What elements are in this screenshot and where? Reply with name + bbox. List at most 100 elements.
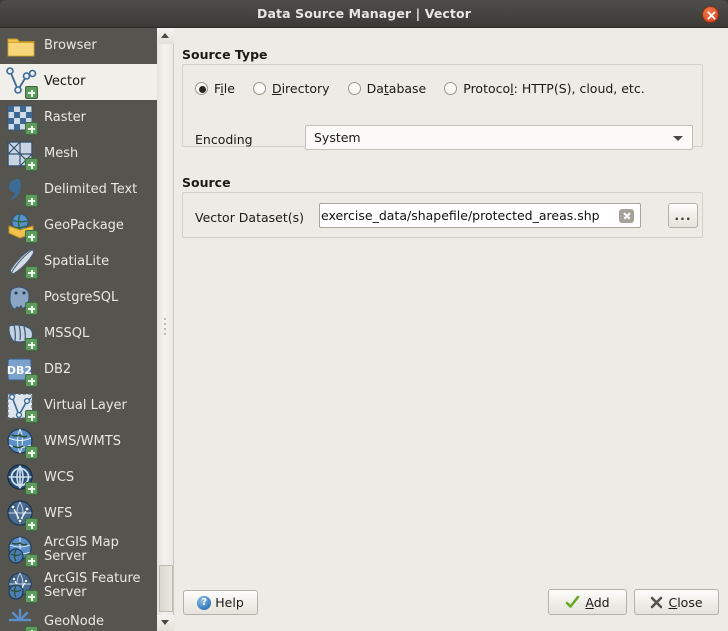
add-badge-icon — [25, 266, 38, 279]
add-badge-icon — [25, 302, 38, 315]
sidebar-item-delimited-text[interactable]: Delimited Text — [0, 172, 157, 208]
vector-dataset-label: Vector Dataset(s) — [195, 210, 304, 225]
close-button[interactable]: Close — [634, 589, 719, 615]
add-button[interactable]: Add — [548, 589, 627, 615]
wms-wmts-icon — [5, 426, 37, 458]
sidebar-item-db2[interactable]: DB2 DB2 — [0, 352, 157, 388]
source-type-group-title: Source Type — [182, 47, 268, 62]
sidebar-item-vector[interactable]: Vector — [0, 64, 157, 100]
sidebar-item-raster[interactable]: Raster — [0, 100, 157, 136]
sidebar-item-label: ArcGIS Feature Server — [44, 572, 157, 600]
encoding-value: System — [314, 130, 361, 145]
sidebar-item-label: Browser — [44, 39, 101, 53]
source-group-title: Source — [182, 175, 231, 190]
close-label: Close — [668, 595, 702, 610]
add-badge-icon — [25, 374, 38, 387]
vector-dataset-value: exercise_data/shapefile/protected_areas.… — [320, 208, 600, 223]
help-button[interactable]: ? Help — [183, 590, 258, 615]
chevron-down-icon — [673, 136, 683, 141]
sidebar-item-label: GeoNode — [44, 615, 108, 629]
vector-icon — [5, 66, 37, 98]
spatialite-icon — [5, 246, 37, 278]
sidebar-item-browser[interactable]: Browser — [0, 28, 157, 64]
chevron-up-icon — [161, 33, 169, 38]
window-titlebar: Data Source Manager | Vector — [0, 0, 728, 28]
sidebar-item-postgresql[interactable]: PostgreSQL — [0, 280, 157, 316]
sidebar-item-label: WMS/WMTS — [44, 435, 125, 449]
encoding-combobox[interactable]: System — [305, 125, 693, 150]
close-icon — [706, 10, 717, 21]
check-icon — [565, 595, 580, 610]
vector-dataset-input[interactable]: exercise_data/shapefile/protected_areas.… — [319, 203, 641, 228]
sidebar-item-label: MSSQL — [44, 327, 93, 341]
scrollbar-thumb[interactable] — [159, 565, 173, 612]
sidebar-item-geonode[interactable]: GeoNode — [0, 604, 157, 631]
main-panel: Source Type File Directory Database Prot… — [175, 28, 728, 631]
radio-file[interactable] — [195, 82, 208, 95]
encoding-label: Encoding — [195, 132, 253, 147]
sidebar-item-geopackage[interactable]: GeoPackage — [0, 208, 157, 244]
sidebar-item-label: GeoPackage — [44, 219, 128, 233]
sidebar-item-label: Raster — [44, 111, 90, 125]
radio-database[interactable] — [348, 82, 361, 95]
sidebar-item-wfs[interactable]: WFS — [0, 496, 157, 532]
arcgis-map-server-icon — [5, 534, 37, 566]
mesh-icon — [5, 138, 37, 170]
add-badge-icon — [25, 194, 38, 207]
sidebar-item-wms-wmts[interactable]: WMS/WMTS — [0, 424, 157, 460]
source-type-radio-group[interactable]: File Directory Database Protocol: HTTP(S… — [195, 81, 663, 96]
folder-icon — [5, 30, 37, 62]
radio-file-label: File — [214, 81, 235, 96]
add-badge-icon — [25, 518, 38, 531]
add-badge-icon — [25, 590, 38, 603]
sidebar-item-label: Delimited Text — [44, 183, 141, 197]
scroll-down-button[interactable] — [157, 615, 174, 631]
sidebar-scrollbar[interactable] — [157, 28, 174, 631]
help-icon: ? — [197, 596, 211, 610]
radio-protocol[interactable] — [444, 82, 457, 95]
sidebar-item-label: Mesh — [44, 147, 82, 161]
sidebar-item-label: SpatiaLite — [44, 255, 113, 269]
sidebar-item-label: WCS — [44, 471, 78, 485]
sidebar-item-wcs[interactable]: WCS — [0, 460, 157, 496]
radio-directory[interactable] — [253, 82, 266, 95]
add-badge-icon — [25, 158, 38, 171]
sidebar-item-arcgis-map-server[interactable]: ArcGIS Map Server — [0, 532, 157, 568]
virtual-layer-icon — [5, 390, 37, 422]
chevron-down-icon — [161, 620, 169, 625]
sidebar-item-label: DB2 — [44, 363, 75, 377]
sidebar-item-label: ArcGIS Map Server — [44, 536, 157, 564]
sidebar-item-mesh[interactable]: Mesh — [0, 136, 157, 172]
add-badge-icon — [25, 338, 38, 351]
add-badge-icon — [25, 410, 38, 423]
arcgis-feature-server-icon — [5, 570, 37, 602]
add-badge-icon — [25, 122, 38, 135]
delimited-text-icon — [5, 174, 37, 206]
scroll-up-button[interactable] — [157, 28, 174, 44]
sidebar-item-mssql[interactable]: MSSQL — [0, 316, 157, 352]
sidebar-item-arcgis-feature-server[interactable]: ArcGIS Feature Server — [0, 568, 157, 604]
wcs-icon — [5, 462, 37, 494]
add-badge-icon — [25, 626, 38, 631]
mssql-icon — [5, 318, 37, 350]
source-type-sidebar[interactable]: Browser Vector — [0, 28, 157, 631]
radio-directory-label: Directory — [272, 81, 330, 96]
sidebar-item-virtual-layer[interactable]: Virtual Layer — [0, 388, 157, 424]
browse-button[interactable]: ... — [668, 203, 698, 228]
sidebar-item-label: PostgreSQL — [44, 291, 122, 305]
dialog-body: Browser Vector — [0, 28, 728, 631]
wfs-icon — [5, 498, 37, 530]
add-badge-icon — [25, 230, 38, 243]
radio-protocol-label: Protocol: HTTP(S), cloud, etc. — [463, 81, 644, 96]
raster-icon — [5, 102, 37, 134]
sidebar-item-label: Vector — [44, 75, 89, 89]
add-badge-icon — [25, 554, 38, 567]
scrollbar-grip — [164, 318, 166, 336]
add-label: Add — [585, 595, 609, 610]
clear-icon[interactable] — [619, 209, 634, 223]
add-badge-icon — [25, 86, 38, 99]
postgresql-icon — [5, 282, 37, 314]
window-close-button[interactable] — [702, 6, 719, 23]
db2-icon: DB2 — [5, 354, 37, 386]
sidebar-item-spatialite[interactable]: SpatiaLite — [0, 244, 157, 280]
